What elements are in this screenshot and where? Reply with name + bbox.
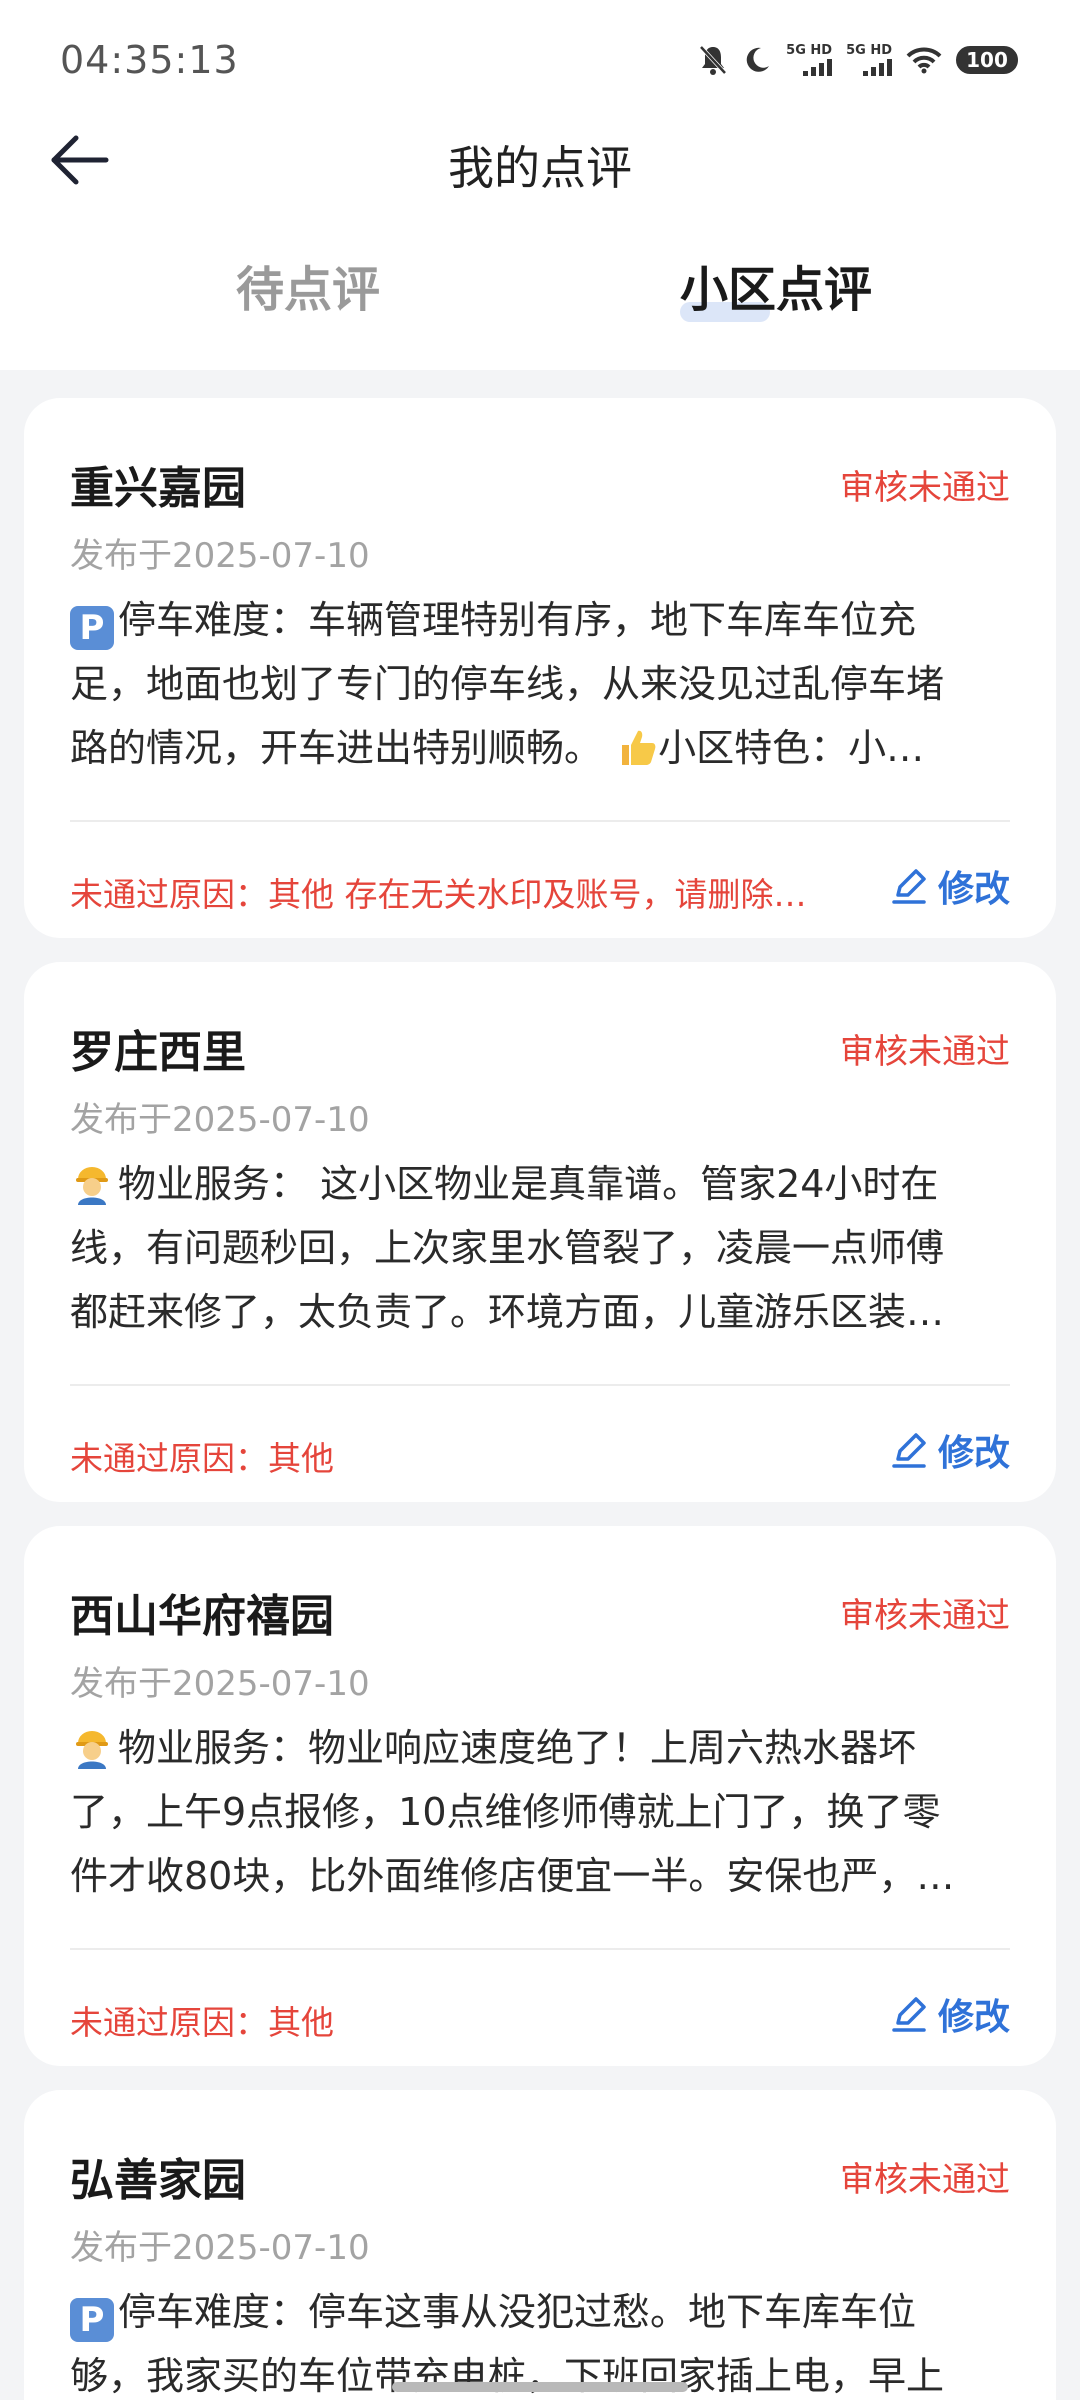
rejection-reason: 未通过原因：其他 (70, 1439, 334, 1478)
signal-1-label: 5G HD (786, 43, 833, 58)
community-name: 罗庄西里 (70, 1027, 246, 1078)
home-indicator[interactable] (392, 2382, 688, 2392)
review-line: 停车难度：停车这事从没犯过愁。地下车库车位 (118, 2290, 917, 2334)
card-divider (70, 820, 1010, 822)
parking-emoji-icon: P (70, 606, 114, 650)
edit-pencil-icon (892, 869, 926, 904)
review-status-badge: 审核未通过 (840, 1596, 1010, 1636)
review-status-badge: 审核未通过 (840, 468, 1010, 508)
worker-emoji-icon (76, 1167, 108, 1205)
rejection-reason: 未通过原因：其他 (70, 2003, 334, 2042)
community-name: 重兴嘉园 (70, 463, 246, 514)
review-content: P 停车难度：车辆管理特别有序，地下车库车位充 足，地面也划了专门的停车线，从来没… (70, 588, 1010, 780)
review-card[interactable]: 重兴嘉园 审核未通过 发布于2025-07-10 P 停车难度：车辆管理特别有序，… (24, 398, 1056, 938)
signal-1-icon: 5G HD (786, 43, 833, 76)
edit-pencil-icon (892, 1997, 926, 2032)
tab-community-reviews[interactable]: 小区点评 (680, 250, 872, 320)
wifi-icon (906, 47, 942, 74)
bell-muted-icon (699, 45, 727, 75)
review-card[interactable]: 罗庄西里 审核未通过 发布于2025-07-10 物业服务： 这小区物业是真靠谱… (24, 962, 1056, 1502)
battery-icon: 100 (956, 46, 1018, 74)
status-bar: 04:35:13 5G HD 5G HD 100 (0, 0, 1080, 120)
publish-date: 发布于2025-07-10 (70, 1100, 370, 1140)
tab-pending[interactable]: 待点评 (236, 250, 380, 320)
battery-level: 100 (966, 48, 1008, 72)
review-card[interactable]: 弘善家园 审核未通过 发布于2025-07-10 P 停车难度：停车这事从没犯过愁… (24, 2090, 1056, 2400)
review-line: 线，有问题秒回，上次家里水管裂了，凌晨一点师傅 (70, 1226, 945, 1270)
review-line: 停车难度：车辆管理特别有序，地下车库车位充 (118, 598, 917, 642)
signal-2-icon: 5G HD (846, 44, 892, 76)
header: 04:35:13 5G HD 5G HD 100 我的点评 待点评 小区点评 (0, 0, 1080, 370)
review-status-badge: 审核未通过 (840, 1032, 1010, 1072)
review-card[interactable]: 西山华府禧园 审核未通过 发布于2025-07-10 物业服务：物业响应速度绝了… (24, 1526, 1056, 2066)
rejection-reason: 未通过原因：其他 存在无关水印及账号，请删除… (70, 875, 807, 914)
publish-date: 发布于2025-07-10 (70, 2228, 370, 2268)
review-line: 足，地面也划了专门的停车线，从来没见过乱停车堵 (70, 662, 945, 706)
review-line: 物业服务：物业响应速度绝了！上周六热水器坏 (118, 1726, 917, 1770)
card-divider (70, 1948, 1010, 1950)
card-divider (70, 1384, 1010, 1386)
tab-community-label: 小区点评 (680, 262, 873, 318)
signal-2-label: 5G HD (846, 43, 892, 58)
nav-bar: 我的点评 (0, 120, 1080, 200)
review-status-badge: 审核未通过 (840, 2160, 1010, 2200)
edit-button[interactable]: 修改 (890, 1424, 1010, 1476)
page-title: 我的点评 (448, 141, 632, 195)
edit-label: 修改 (937, 1433, 1010, 1474)
review-line: 路的情况，开车进出特别顺畅。 (70, 726, 615, 770)
edit-pencil-icon (892, 1433, 926, 1468)
community-name: 西山华府禧园 (70, 1591, 334, 1642)
tab-bar: 待点评 小区点评 (0, 250, 1080, 340)
review-line: 都赶来修了，太负责了。环境方面，儿童游乐区装… (70, 1290, 945, 1334)
moon-icon (746, 47, 770, 72)
publish-date: 发布于2025-07-10 (70, 536, 370, 576)
parking-emoji-icon: P (70, 2298, 114, 2342)
review-line: 件才收80块，比外面维修店便宜一半。安保也严，… (70, 1854, 955, 1898)
thumbs-up-emoji-icon (622, 730, 656, 765)
edit-button[interactable]: 修改 (890, 1988, 1010, 2040)
community-name: 弘善家园 (70, 2155, 246, 2206)
edit-label: 修改 (937, 869, 1010, 910)
status-time: 04:35:13 (60, 38, 239, 82)
review-content: 物业服务：物业响应速度绝了！上周六热水器坏 了，上午9点报修，10点维修师傅就上… (70, 1716, 1010, 1908)
review-line: 物业服务： 这小区物业是真靠谱。管家24小时在 (118, 1162, 939, 1206)
review-content: 物业服务： 这小区物业是真靠谱。管家24小时在 线，有问题秒回，上次家里水管裂了… (70, 1152, 1010, 1344)
review-line: 小区特色：小… (658, 726, 925, 770)
review-line: 了，上午9点报修，10点维修师傅就上门了，换了零 (70, 1790, 941, 1834)
edit-label: 修改 (937, 1997, 1010, 2038)
worker-emoji-icon (76, 1731, 108, 1769)
status-icons: 5G HD 5G HD 100 (698, 40, 1018, 80)
publish-date: 发布于2025-07-10 (70, 1664, 370, 1704)
edit-button[interactable]: 修改 (890, 860, 1010, 912)
